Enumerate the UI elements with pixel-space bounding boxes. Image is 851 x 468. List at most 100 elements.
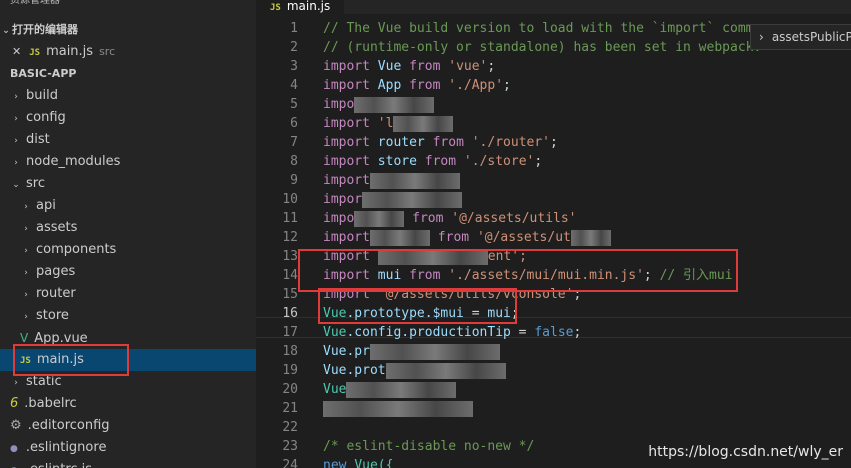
code-token: '@/assets/utils/vconsole' (377, 287, 574, 302)
js-file-icon: JS (29, 48, 41, 58)
code-token: Vue.pr (323, 344, 370, 359)
tree-item-label: router (36, 286, 76, 301)
code-line[interactable]: 16 Vue.prototype.$mui = mui; (256, 304, 851, 323)
code-line[interactable]: 19 Vue.prot (256, 361, 851, 380)
tree-item[interactable]: JS main.js (0, 349, 256, 371)
pixelated-redaction (346, 381, 457, 398)
tree-item[interactable]: › store (0, 305, 256, 327)
tree-item[interactable]: › node_modules (0, 151, 256, 173)
code-line[interactable]: 22 (256, 418, 851, 437)
code-token: false (534, 325, 574, 340)
tree-item[interactable]: 6 .babelrc (0, 393, 256, 415)
tree-item[interactable]: › api (0, 195, 256, 217)
pixelated-redaction (362, 191, 463, 208)
tree-item[interactable]: V App.vue (0, 327, 256, 349)
tree-item-label: config (26, 110, 66, 125)
code-text: Vue.prototype.$mui = mui; (323, 304, 519, 323)
open-editors-header[interactable]: ⌄ 打开的编辑器 (0, 19, 256, 41)
code-text (323, 399, 473, 418)
open-editor-item[interactable]: ✕ JS main.js src (0, 41, 256, 63)
tree-item[interactable]: › components (0, 239, 256, 261)
line-number: 24 (282, 458, 298, 468)
code-token: router (377, 135, 425, 150)
code-token: from (409, 59, 441, 74)
line-number: 20 (282, 382, 298, 397)
code-line[interactable]: 17 Vue.config.productionTip = false; (256, 323, 851, 342)
tree-item-label: .babelrc (24, 396, 77, 411)
tree-item-label: api (36, 198, 56, 213)
code-editor[interactable]: 1 // The Vue build version to load with t… (256, 14, 851, 468)
chevron-right-icon: › (24, 246, 28, 256)
line-number: 19 (282, 363, 298, 378)
code-line[interactable]: 12 import from '@/assets/ut (256, 228, 851, 247)
code-line[interactable]: 11 impo from '@/assets/utils' (256, 209, 851, 228)
tab-main-js[interactable]: JS main.js (256, 0, 344, 14)
code-line[interactable]: 7 import router from './router'; (256, 133, 851, 152)
code-token: import (323, 230, 370, 245)
code-text: import Vue from 'vue'; (323, 59, 496, 74)
pixelated-redaction (369, 172, 460, 189)
tree-item[interactable]: ⌄ src (0, 173, 256, 195)
close-icon[interactable]: ✕ (12, 45, 21, 58)
line-number: 9 (290, 173, 298, 188)
code-text: // (runtime-only or standalone) has been… (323, 38, 761, 57)
tree-item[interactable]: › router (0, 283, 256, 305)
tab-label: main.js (286, 0, 331, 13)
code-text: Vue (323, 380, 457, 399)
code-token: import (323, 135, 370, 150)
tree-item[interactable]: ⚙ .editorconfig (0, 415, 256, 437)
gear-icon: ⚙ (10, 418, 22, 433)
line-number: 11 (282, 211, 298, 226)
code-line[interactable]: 18 Vue.pr (256, 342, 851, 361)
tree-item[interactable]: ● .eslintignore (0, 437, 256, 459)
code-token: $mui (432, 306, 464, 321)
chevron-right-icon: › (24, 312, 28, 322)
line-number: 3 (290, 59, 298, 74)
code-line[interactable]: 10 impor (256, 190, 851, 209)
tree-item[interactable]: ●.eslintrc.js (0, 459, 256, 468)
line-number: 7 (290, 135, 298, 150)
tree-item[interactable]: › assets (0, 217, 256, 239)
code-line[interactable]: 8 import store from './store'; (256, 152, 851, 171)
code-line[interactable]: 9 import (256, 171, 851, 190)
code-line[interactable]: 15 import '@/assets/utils/vconsole'; (256, 285, 851, 304)
tree-item[interactable]: › static (0, 371, 256, 393)
chevron-right-icon: › (24, 290, 28, 300)
chevron-right-icon: › (24, 224, 28, 234)
tree-item[interactable]: › config (0, 107, 256, 129)
code-token: ; (510, 306, 519, 321)
code-text: import mui from './assets/mui/mui.min.js… (323, 268, 733, 283)
code-token: // The Vue build version to load with th… (323, 21, 762, 36)
js-file-icon: JS (20, 356, 31, 366)
babel-file-icon: 6 (10, 396, 19, 411)
code-line[interactable]: 6 import 'l (256, 114, 851, 133)
code-text: new Vue({ (323, 456, 393, 468)
code-line[interactable]: 3 import Vue from 'vue'; (256, 57, 851, 76)
code-token: impo (323, 97, 355, 112)
eslint-file-icon: ● (10, 444, 18, 454)
pixelated-redaction (354, 210, 405, 227)
code-token: from (412, 211, 444, 226)
tree-item-label: main.js (36, 352, 84, 367)
project-header[interactable]: BASIC-APP (0, 63, 256, 85)
code-token: // (runtime-only or standalone) has been… (323, 40, 762, 55)
code-token: './App' (448, 78, 504, 93)
code-line[interactable]: 5 impo (256, 95, 851, 114)
tree-item[interactable]: › build (0, 85, 256, 107)
tree-item[interactable]: › pages (0, 261, 256, 283)
pixelated-redaction (377, 248, 488, 265)
tree-item[interactable]: › dist (0, 129, 256, 151)
breadcrumb[interactable]: › assetsPublicP (750, 24, 851, 50)
code-line[interactable]: 4 import App from './App'; (256, 76, 851, 95)
line-number: 4 (290, 78, 298, 93)
pixelated-redaction (369, 343, 500, 360)
code-line[interactable]: 21 (256, 399, 851, 418)
open-editor-name: main.js (46, 44, 94, 59)
chevron-down-icon: ⌄ (12, 180, 20, 190)
code-line[interactable]: 13 import ent'; (256, 247, 851, 266)
code-line[interactable]: 20 Vue (256, 380, 851, 399)
code-token: './store' (463, 154, 535, 169)
line-number: 21 (282, 401, 298, 416)
code-line[interactable]: 14 import mui from './assets/mui/mui.min.… (256, 266, 851, 285)
code-token: App (377, 78, 402, 93)
